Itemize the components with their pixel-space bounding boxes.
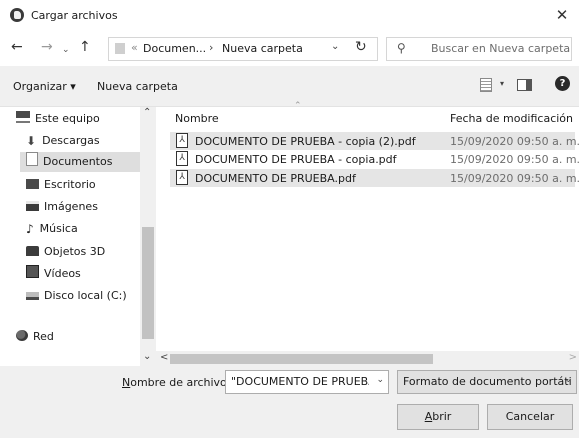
- documents-icon: [26, 152, 38, 166]
- download-icon: ⬇: [26, 134, 37, 148]
- refresh-button[interactable]: ↻: [355, 39, 367, 55]
- file-name[interactable]: DOCUMENTO DE PRUEBA - copia (2).pdf: [195, 135, 416, 148]
- sidebar-item-label: Imágenes: [44, 200, 98, 213]
- content-area: Este equipo ⬇ Descargas Documentos Escrit…: [0, 101, 579, 367]
- scroll-up-icon[interactable]: ⌃: [143, 107, 151, 118]
- pdf-file-icon: ⅄: [176, 151, 188, 166]
- address-dropdown-icon[interactable]: ⌄: [331, 41, 339, 52]
- file-list-scrollbar[interactable]: < >: [156, 351, 579, 367]
- pictures-icon: [26, 201, 39, 211]
- filename-input[interactable]: "DOCUMENTO DE PRUEBA.p: [231, 375, 369, 388]
- sidebar-item-label: Vídeos: [44, 267, 81, 280]
- sidebar-item-disco-local[interactable]: Disco local (C:): [26, 286, 138, 306]
- sidebar-item-musica[interactable]: ♪ Música: [26, 219, 136, 239]
- folder-icon: [115, 43, 125, 54]
- file-row[interactable]: ⅄ DOCUMENTO DE PRUEBA.pdf 15/09/2020 09:…: [170, 169, 579, 187]
- sidebar-item-este-equipo[interactable]: Este equipo: [16, 109, 136, 129]
- desktop-icon: [26, 179, 39, 189]
- scrollbar-thumb[interactable]: [142, 227, 154, 339]
- preview-pane-icon[interactable]: [517, 79, 532, 91]
- file-date: 15/09/2020 09:50 a. m.: [450, 153, 579, 166]
- file-type-value: Formato de documento portáti: [403, 375, 572, 388]
- sidebar-item-label: Documentos: [43, 155, 113, 168]
- address-bar[interactable]: « Documen... › Nueva carpeta ⌄ ↻: [108, 37, 378, 61]
- column-header-date[interactable]: Fecha de modificación: [450, 112, 573, 125]
- file-date: 15/09/2020 09:50 a. m.: [450, 172, 579, 185]
- sidebar-item-label: Este equipo: [35, 112, 100, 125]
- sidebar-item-label: Escritorio: [44, 178, 96, 191]
- sidebar-item-label: Música: [39, 222, 78, 235]
- command-toolbar: Organizar ▾ Nueva carpeta ▾ ?: [0, 66, 579, 106]
- network-icon: [16, 330, 28, 341]
- file-row[interactable]: ⅄ DOCUMENTO DE PRUEBA - copia (2).pdf 15…: [170, 132, 579, 150]
- drive-icon: [26, 292, 39, 300]
- sidebar-scrollbar[interactable]: ⌃ ⌄: [140, 107, 156, 367]
- scrollbar-thumb[interactable]: [170, 354, 433, 364]
- cancel-button[interactable]: Cancelar: [487, 404, 573, 430]
- filename-label: Nombre de archivo:: [122, 376, 231, 389]
- back-button[interactable]: ←: [11, 40, 23, 54]
- dialog-footer: Nombre de archivo: "DOCUMENTO DE PRUEBA.…: [0, 366, 579, 438]
- breadcrumb-overflow[interactable]: «: [131, 41, 138, 54]
- scroll-down-icon[interactable]: ⌄: [143, 351, 151, 362]
- recent-locations-button[interactable]: ⌄: [62, 43, 70, 57]
- file-type-select[interactable]: Formato de documento portáti ⌄: [397, 370, 577, 394]
- objects-3d-icon: [26, 246, 39, 256]
- file-name[interactable]: DOCUMENTO DE PRUEBA - copia.pdf: [195, 153, 397, 166]
- breadcrumb-new-folder[interactable]: Nueva carpeta: [222, 42, 303, 55]
- computer-icon: [16, 111, 30, 123]
- sidebar-item-videos[interactable]: Vídeos: [26, 264, 136, 284]
- sidebar-item-documentos[interactable]: Documentos: [20, 152, 142, 172]
- help-icon[interactable]: ?: [555, 76, 570, 91]
- scroll-left-icon[interactable]: <: [160, 352, 168, 363]
- navigation-bar: ← → ⌄ ↑ « Documen... › Nueva carpeta ⌄ ↻…: [0, 30, 579, 66]
- music-icon: ♪: [26, 222, 34, 236]
- up-button[interactable]: ↑: [79, 40, 91, 54]
- breadcrumb-documents[interactable]: Documen...: [143, 42, 206, 55]
- sidebar-item-objetos-3d[interactable]: Objetos 3D: [26, 242, 136, 262]
- file-list: ⌃ Nombre Fecha de modificación ⅄ DOCUMEN…: [156, 101, 579, 367]
- new-folder-button[interactable]: Nueva carpeta: [97, 80, 178, 93]
- sidebar-item-label: Descargas: [42, 134, 100, 147]
- sort-indicator-icon: ⌃: [294, 101, 302, 111]
- search-box[interactable]: ⚲ Buscar en Nueva carpeta: [386, 37, 572, 61]
- sidebar-item-escritorio[interactable]: Escritorio: [26, 175, 136, 195]
- file-date: 15/09/2020 09:50 a. m.: [450, 135, 579, 148]
- sidebar-item-label: Red: [33, 330, 54, 343]
- breadcrumb-chevron-icon[interactable]: ›: [209, 41, 213, 54]
- search-input[interactable]: Buscar en Nueva carpeta: [431, 42, 570, 55]
- view-options-icon[interactable]: [480, 78, 492, 92]
- pdf-file-icon: ⅄: [176, 170, 188, 185]
- search-icon: ⚲: [397, 41, 406, 55]
- filename-field[interactable]: "DOCUMENTO DE PRUEBA.p ⌄: [225, 370, 389, 394]
- sidebar-item-descargas[interactable]: ⬇ Descargas: [26, 131, 136, 151]
- sidebar-item-label: Objetos 3D: [44, 245, 106, 258]
- app-icon: [10, 8, 24, 22]
- file-row[interactable]: ⅄ DOCUMENTO DE PRUEBA - copia.pdf 15/09/…: [170, 150, 579, 168]
- file-name[interactable]: DOCUMENTO DE PRUEBA.pdf: [195, 172, 356, 185]
- navigation-pane: Este equipo ⬇ Descargas Documentos Escrit…: [0, 107, 142, 353]
- forward-button[interactable]: →: [41, 40, 53, 54]
- open-button[interactable]: Abrir: [397, 404, 479, 430]
- column-header-name[interactable]: Nombre: [175, 112, 219, 125]
- pdf-file-icon: ⅄: [176, 133, 188, 148]
- chevron-down-icon[interactable]: ⌄: [564, 375, 572, 385]
- scroll-right-icon[interactable]: >: [569, 352, 577, 363]
- sidebar-item-label: Disco local (C:): [44, 289, 127, 302]
- window-title: Cargar archivos: [31, 9, 118, 22]
- close-button[interactable]: ✕: [551, 5, 573, 25]
- videos-icon: [26, 265, 39, 278]
- view-dropdown-icon[interactable]: ▾: [500, 79, 504, 88]
- sidebar-item-imagenes[interactable]: Imágenes: [26, 197, 136, 217]
- sidebar-item-red[interactable]: Red: [16, 327, 136, 347]
- organize-button[interactable]: Organizar ▾: [13, 80, 76, 93]
- title-bar: Cargar archivos ✕: [0, 0, 579, 30]
- chevron-down-icon[interactable]: ⌄: [376, 375, 384, 385]
